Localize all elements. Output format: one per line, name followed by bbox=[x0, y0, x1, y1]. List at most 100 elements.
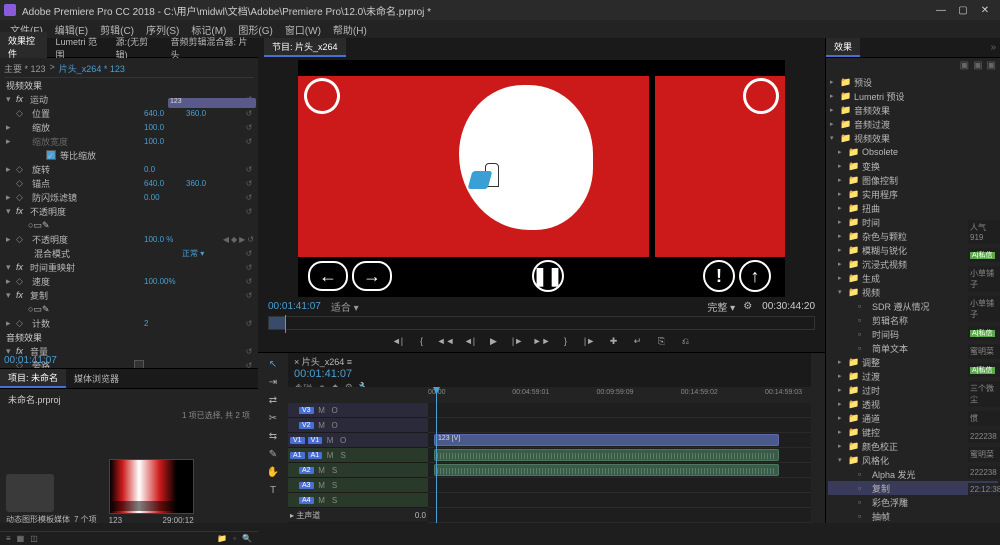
track-mute-button[interactable]: M bbox=[317, 466, 327, 475]
reset-icon[interactable]: ↺ bbox=[247, 234, 254, 244]
ec-property-row[interactable]: ▸◇旋转0.0↺ bbox=[4, 162, 254, 176]
project-tab[interactable]: 项目: 未命名 bbox=[0, 369, 66, 388]
menu-窗口(W)[interactable]: 窗口(W) bbox=[281, 22, 325, 37]
slip-tool[interactable]: ⇆ bbox=[266, 429, 280, 443]
list-view-icon[interactable]: ≡ bbox=[6, 534, 11, 543]
transport-button[interactable]: |► bbox=[583, 334, 597, 348]
track-solo-button[interactable]: S bbox=[330, 496, 340, 505]
mask-rect-icon[interactable]: ▭ bbox=[33, 304, 42, 315]
track-solo-button[interactable]: O bbox=[330, 406, 340, 415]
minimize-button[interactable]: — bbox=[936, 5, 946, 16]
panel-menu-icon[interactable]: » bbox=[986, 42, 1000, 53]
transport-button[interactable]: ◄◄ bbox=[439, 334, 453, 348]
effects-tree-item[interactable]: ▫抽帧 bbox=[828, 509, 998, 523]
ec-property-row[interactable]: ▸缩放宽度100.0↺ bbox=[4, 134, 254, 148]
timeline-playhead[interactable] bbox=[436, 387, 437, 523]
transport-button[interactable]: ✚ bbox=[607, 334, 621, 348]
timeline-timecode[interactable]: 00:01:41:07 bbox=[294, 368, 805, 380]
ec-seq-clip[interactable]: 片头_x264 * 123 bbox=[59, 62, 125, 75]
track-header[interactable]: V2MO bbox=[288, 418, 428, 433]
reset-icon[interactable]: ↺ bbox=[244, 136, 254, 146]
track-mute-button[interactable]: M bbox=[317, 406, 327, 415]
reset-icon[interactable]: ↺ bbox=[244, 276, 254, 286]
effects-panel-tab[interactable]: 效果 bbox=[826, 38, 860, 57]
timeline-sequence-tab[interactable]: × 片头_x264 ≡ bbox=[294, 355, 352, 368]
ec-property-row[interactable]: ▾fx复制↺ bbox=[4, 288, 254, 302]
timeline-audio-clip[interactable] bbox=[434, 464, 779, 476]
fx-32bit-icon[interactable]: ▣ bbox=[973, 60, 982, 71]
effects-tree-item[interactable]: ▾📁视频效果 bbox=[828, 131, 998, 145]
ec-property-row[interactable]: 视频效果 bbox=[4, 78, 254, 92]
reset-icon[interactable]: ↺ bbox=[244, 164, 254, 174]
transport-button[interactable]: } bbox=[559, 334, 573, 348]
transport-button[interactable]: |► bbox=[511, 334, 525, 348]
program-scrubber[interactable] bbox=[268, 316, 815, 330]
reset-icon[interactable]: ↺ bbox=[244, 360, 254, 368]
track-solo-button[interactable]: O bbox=[330, 421, 340, 430]
mask-pen-icon[interactable]: ✎ bbox=[42, 220, 50, 231]
track-header[interactable]: V3MO bbox=[288, 403, 428, 418]
track-header[interactable]: A1A1MS bbox=[288, 448, 428, 463]
track-solo-button[interactable]: S bbox=[330, 481, 340, 490]
ec-property-row[interactable]: 音频效果 bbox=[4, 330, 254, 344]
transport-button[interactable]: ⎘ bbox=[655, 334, 669, 348]
reset-icon[interactable]: ↺ bbox=[244, 178, 254, 188]
track-solo-button[interactable]: S bbox=[330, 466, 340, 475]
timeline-video-clip[interactable]: 123 [V] bbox=[434, 434, 779, 446]
settings-icon[interactable]: ⚙ bbox=[743, 301, 752, 312]
master-track-header[interactable]: ▸ 主声道0.0 bbox=[288, 508, 428, 523]
program-playhead[interactable] bbox=[285, 315, 286, 333]
track-mute-button[interactable]: M bbox=[325, 436, 335, 445]
razor-tool[interactable]: ✂ bbox=[266, 411, 280, 425]
project-bin-icon[interactable] bbox=[6, 474, 54, 512]
ec-property-row[interactable]: ◇锚点640.0360.0↺ bbox=[4, 176, 254, 190]
transport-button[interactable]: ↵ bbox=[631, 334, 645, 348]
find-icon[interactable]: 🔍 bbox=[242, 534, 252, 543]
project-bin-label[interactable]: 动态图形模板媒体 bbox=[6, 514, 70, 525]
ec-timecode[interactable]: 00:01:41:07 bbox=[4, 355, 57, 366]
reset-icon[interactable]: ↺ bbox=[244, 192, 254, 202]
transport-button[interactable]: ▶ bbox=[487, 334, 501, 348]
ec-property-row[interactable]: ✓等比缩放 bbox=[4, 148, 254, 162]
icon-view-icon[interactable]: ▦ bbox=[17, 534, 25, 543]
timeline-audio-clip[interactable] bbox=[434, 449, 779, 461]
project-clip-thumbnail[interactable] bbox=[109, 459, 194, 514]
transport-button[interactable]: ◄| bbox=[463, 334, 477, 348]
track-mute-button[interactable]: M bbox=[317, 496, 327, 505]
effects-tree-item[interactable]: ▸📁Lumetri 预设 bbox=[828, 89, 998, 103]
ec-property-row[interactable]: ▸◇计数2↺ bbox=[4, 316, 254, 330]
ec-property-row[interactable]: ◇位置640.0360.0↺ bbox=[4, 106, 254, 120]
project-clip-name[interactable]: 123 bbox=[109, 516, 122, 525]
ec-property-row[interactable]: 混合模式正常 ▾↺ bbox=[4, 246, 254, 260]
reset-icon[interactable]: ↺ bbox=[244, 206, 254, 216]
ec-property-row[interactable]: ▸◇速度100.00%↺ bbox=[4, 274, 254, 288]
ec-property-row[interactable]: ▸◇防闪烁滤镜0.00↺ bbox=[4, 190, 254, 204]
track-header[interactable]: A4MS bbox=[288, 493, 428, 508]
project-tab[interactable]: 媒体浏览器 bbox=[66, 370, 127, 387]
program-monitor-viewport[interactable]: ← → ❚❚ ! ↑ bbox=[298, 60, 785, 297]
fx-accel-icon[interactable]: ▣ bbox=[960, 60, 969, 71]
project-clip-item[interactable]: 123 29:00:12 bbox=[109, 459, 194, 525]
ec-property-row[interactable]: ▾fx时间重映射↺ bbox=[4, 260, 254, 274]
ec-property-row[interactable]: ○ ▭ ✎ bbox=[4, 218, 254, 232]
ec-property-row[interactable]: ▾fx不透明度↺ bbox=[4, 204, 254, 218]
reset-icon[interactable]: ↺ bbox=[244, 290, 254, 300]
new-bin-icon[interactable]: 📁 bbox=[217, 534, 227, 543]
freeform-view-icon[interactable]: ◫ bbox=[30, 534, 38, 543]
ec-property-row[interactable]: ▸缩放100.0↺ bbox=[4, 120, 254, 134]
program-current-timecode[interactable]: 00:01:41:07 bbox=[268, 301, 321, 312]
effects-tree-item[interactable]: ▸📁扭曲 bbox=[828, 201, 998, 215]
mask-rect-icon[interactable]: ▭ bbox=[33, 220, 42, 231]
close-button[interactable]: ✕ bbox=[980, 5, 990, 16]
maximize-button[interactable]: ▢ bbox=[958, 5, 968, 16]
track-header[interactable]: V1V1MO bbox=[288, 433, 428, 448]
effects-tree-item[interactable]: ▸📁音频过渡 bbox=[828, 117, 998, 131]
menu-帮助(H)[interactable]: 帮助(H) bbox=[329, 22, 371, 37]
reset-icon[interactable]: ↺ bbox=[244, 262, 254, 272]
transport-button[interactable]: ◄| bbox=[391, 334, 405, 348]
transport-button[interactable]: ⎌ bbox=[679, 334, 693, 348]
reset-icon[interactable]: ↺ bbox=[244, 108, 254, 118]
effects-tree-item[interactable]: ▸📁实用程序 bbox=[828, 187, 998, 201]
pen-tool[interactable]: ✎ bbox=[266, 447, 280, 461]
effects-tree-item[interactable]: ▸📁变换 bbox=[828, 159, 998, 173]
